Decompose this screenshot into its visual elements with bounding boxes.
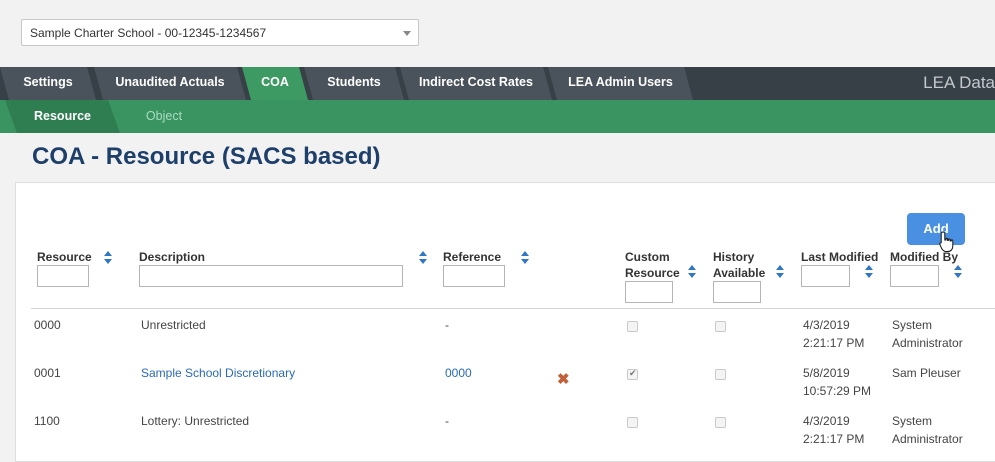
custom-resource-checkbox: [627, 417, 638, 428]
page-title: COA - Resource (SACS based): [32, 143, 381, 170]
delete-x-icon[interactable]: ✖: [557, 372, 570, 387]
filter-input-reference[interactable]: [443, 265, 505, 287]
main-nav: Settings Unaudited Actuals COA Students …: [0, 67, 995, 100]
cell-description: Lottery: Unrestricted: [141, 414, 250, 428]
modified-by-line: System: [892, 414, 933, 428]
subtab-label: Object: [145, 109, 183, 123]
column-header-history-available: History Available: [713, 249, 765, 281]
school-select-value: Sample Charter School - 00-12345-1234567: [30, 26, 267, 40]
add-button[interactable]: Add: [907, 213, 965, 245]
modified-by-line: System: [892, 318, 933, 332]
sub-nav: Resource Object: [0, 100, 995, 133]
tab-students[interactable]: Students: [304, 67, 404, 100]
sort-icon[interactable]: [954, 265, 963, 279]
cell-reference-link[interactable]: 0000: [445, 364, 472, 382]
cell-resource: 0000: [34, 318, 61, 332]
header-line: Available: [713, 266, 766, 280]
column-header-reference: Reference: [443, 250, 502, 264]
cell-description-link[interactable]: Sample School Discretionary: [141, 364, 295, 382]
filter-input-description[interactable]: [139, 265, 403, 287]
brand-title: LEA Data: [923, 73, 995, 92]
history-available-checkbox: [715, 321, 726, 332]
column-header-modified-by: Modified By: [890, 250, 958, 264]
cell-description: Unrestricted: [141, 318, 206, 332]
history-available-checkbox: [715, 369, 726, 380]
filter-input-custom-resource[interactable]: [625, 281, 673, 303]
cell-reference: -: [445, 414, 449, 428]
subtab-label: Resource: [34, 109, 91, 123]
sort-icon[interactable]: [419, 251, 428, 265]
sort-icon[interactable]: [104, 251, 113, 265]
sort-icon[interactable]: [688, 265, 697, 279]
tab-label: LEA Admin Users: [568, 75, 673, 89]
cell-modified-by: System Administrator: [892, 412, 963, 448]
tab-label: COA: [261, 75, 289, 89]
modified-time: 2:21:17 PM: [803, 432, 865, 446]
school-select[interactable]: Sample Charter School - 00-12345-1234567: [21, 19, 419, 46]
tab-label: Unaudited Actuals: [115, 75, 225, 89]
header-line: Resource: [625, 266, 680, 280]
header-divider: [31, 308, 995, 309]
column-header-resource: Resource: [37, 250, 92, 264]
tab-unaudited-actuals[interactable]: Unaudited Actuals: [94, 67, 246, 100]
subtab-resource[interactable]: Resource: [5, 100, 120, 133]
filter-input-modified-by[interactable]: [890, 265, 939, 287]
column-header-description: Description: [139, 250, 206, 264]
filter-input-last-modified[interactable]: [801, 265, 850, 287]
modified-date: 4/3/2019: [803, 414, 850, 428]
header-line: Custom: [625, 250, 670, 264]
cell-last-modified: 5/8/2019 10:57:29 PM: [803, 364, 871, 400]
cell-last-modified: 4/3/2019 2:21:17 PM: [803, 412, 864, 448]
tab-label: Students: [327, 75, 381, 89]
modified-by-line: Administrator: [892, 336, 963, 350]
header-line: History: [713, 250, 755, 264]
modified-time: 10:57:29 PM: [803, 384, 872, 398]
modified-by-line: Sam Pleuser: [892, 366, 961, 380]
sort-icon[interactable]: [865, 265, 874, 279]
chevron-down-icon: [403, 31, 411, 36]
modified-by-line: Administrator: [892, 432, 963, 446]
tab-settings[interactable]: Settings: [0, 67, 96, 100]
tab-label: Settings: [23, 75, 73, 89]
cell-resource: 0001: [34, 366, 61, 380]
cell-reference: -: [445, 318, 449, 332]
subtab-object[interactable]: Object: [128, 100, 200, 133]
modified-date: 5/8/2019: [803, 366, 850, 380]
modified-time: 2:21:17 PM: [803, 336, 865, 350]
cell-last-modified: 4/3/2019 2:21:17 PM: [803, 316, 864, 352]
column-header-last-modified: Last Modified: [801, 250, 879, 264]
tab-lea-admin-users[interactable]: LEA Admin Users: [548, 67, 693, 100]
tab-label: Indirect Cost Rates: [419, 75, 533, 89]
filter-input-history-available[interactable]: [713, 281, 761, 303]
filter-input-resource[interactable]: [37, 265, 89, 287]
custom-resource-checkbox: [627, 321, 638, 332]
custom-resource-checkbox: [627, 368, 638, 380]
history-available-checkbox: [715, 417, 726, 428]
cell-modified-by: Sam Pleuser: [892, 364, 961, 382]
sort-icon[interactable]: [521, 251, 530, 265]
column-header-custom-resource: Custom Resource: [625, 249, 680, 281]
modified-date: 4/3/2019: [803, 318, 850, 332]
cell-modified-by: System Administrator: [892, 316, 963, 352]
tab-indirect-cost-rates[interactable]: Indirect Cost Rates: [400, 67, 552, 100]
sort-icon[interactable]: [776, 265, 785, 279]
tab-coa[interactable]: COA: [242, 67, 308, 100]
cell-resource: 1100: [34, 414, 60, 428]
